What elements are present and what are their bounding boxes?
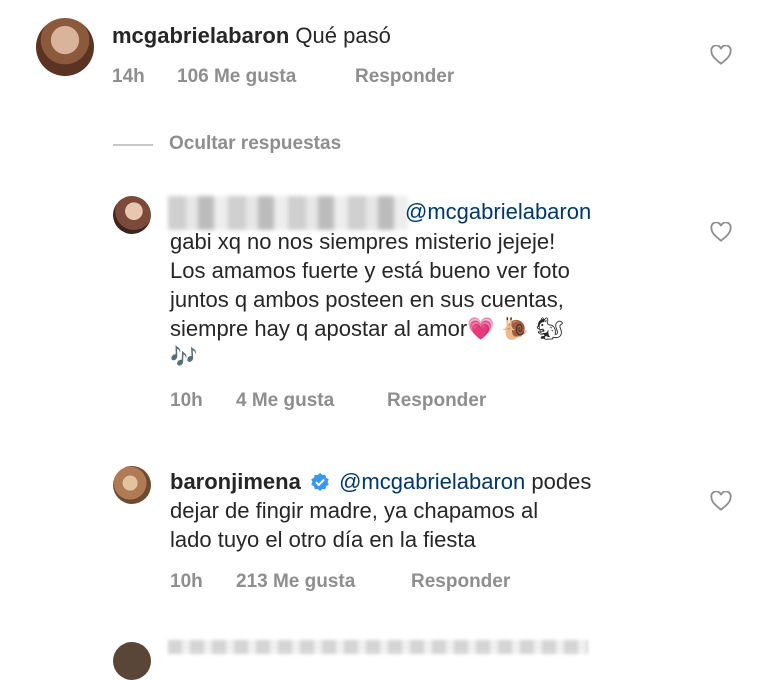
reply-text-line: gabi xq no nos siempres misterio jejeje!: [170, 229, 556, 254]
emoji-group: 💗 🐌 🐿: [467, 317, 564, 342]
comment-body: mcgabrielabaron Qué pasó: [112, 21, 391, 51]
reply-button[interactable]: Responder: [387, 390, 486, 412]
comment-username[interactable]: mcgabrielabaron: [112, 23, 289, 48]
hide-replies-button[interactable]: Ocultar respuestas: [169, 133, 341, 155]
reply-mention[interactable]: @mcgabrielabaron: [405, 197, 591, 227]
reply-text-line: Los amamos fuerte y está bueno ver foto: [170, 258, 570, 283]
comment-text: Qué pasó: [295, 23, 391, 48]
reply-mention[interactable]: @mcgabrielabaron: [339, 469, 525, 494]
next-reply-peek: [168, 640, 588, 654]
reply-avatar[interactable]: [113, 466, 151, 504]
hide-replies-divider: [113, 144, 153, 146]
reply-text-line: dejar de fingir madre, ya chapamos al: [170, 498, 539, 523]
reply-likes[interactable]: 213 Me gusta: [236, 571, 355, 593]
blurred-username: [168, 196, 408, 230]
reply-avatar[interactable]: [113, 196, 151, 234]
like-heart-icon[interactable]: [710, 45, 732, 65]
music-notes-emoji: 🎶: [170, 345, 198, 370]
comment-time: 14h: [112, 66, 145, 87]
reply-likes[interactable]: 4 Me gusta: [236, 390, 334, 412]
reply-text-line: siempre hay q apostar al amor💗 🐌 🐿: [170, 316, 564, 342]
comment-likes[interactable]: 106 Me gusta: [177, 66, 296, 88]
like-heart-icon[interactable]: [710, 491, 732, 511]
comment-reply-button[interactable]: Responder: [355, 66, 454, 88]
verified-badge-icon: [311, 473, 329, 491]
reply-first-line: baronjimena @mcgabrielabaron podes: [170, 467, 591, 497]
reply-text: podes: [531, 469, 592, 494]
reply-username[interactable]: baronjimena: [170, 469, 301, 494]
commenter-avatar[interactable]: [36, 18, 94, 76]
reply-button[interactable]: Responder: [411, 571, 510, 593]
next-reply-avatar[interactable]: [113, 642, 151, 680]
like-heart-icon[interactable]: [710, 222, 732, 242]
reply-text-line: lado tuyo el otro día en la fiesta: [170, 527, 476, 552]
reply-time: 10h: [170, 390, 203, 411]
reply-time: 10h: [170, 571, 203, 592]
reply-text-line: juntos q ambos posteen en sus cuentas,: [170, 287, 564, 312]
